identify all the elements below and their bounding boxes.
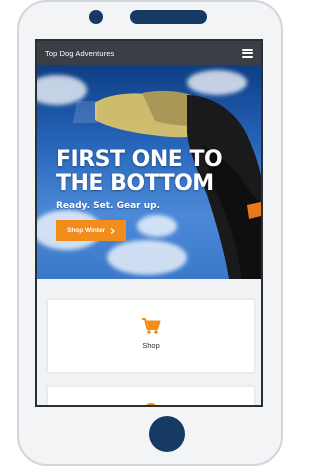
chevron-right-icon [110, 227, 116, 234]
front-camera [89, 10, 103, 24]
mockup-stage: Top Dog Adventures FIRST ONE TO THE BOTT… [0, 0, 283, 466]
next-card[interactable] [47, 386, 255, 405]
shop-winter-label: Shop Winter [67, 227, 106, 234]
phone-screen: Top Dog Adventures FIRST ONE TO THE BOTT… [35, 39, 263, 407]
earpiece-speaker [130, 10, 207, 24]
site-title[interactable]: Top Dog Adventures [45, 49, 114, 58]
shop-card[interactable]: Shop [47, 299, 255, 373]
headline-line-2: THE BOTTOM [56, 171, 214, 196]
hamburger-menu-icon[interactable] [242, 48, 253, 58]
partial-orange-icon [146, 403, 156, 405]
menu-bar [242, 48, 253, 51]
hero-text-block: FIRST ONE TO THE BOTTOM Ready. Set. Gear… [56, 148, 261, 241]
site-header: Top Dog Adventures [37, 41, 261, 65]
headline-line-1: FIRST ONE TO [56, 147, 223, 172]
shopping-cart-icon [140, 315, 162, 337]
hero-banner: FIRST ONE TO THE BOTTOM Ready. Set. Gear… [37, 65, 261, 279]
hero-subtitle: Ready. Set. Gear up. [56, 201, 160, 211]
home-button[interactable] [149, 416, 185, 452]
shop-winter-button[interactable]: Shop Winter [56, 220, 127, 241]
shop-card-label: Shop [142, 341, 160, 350]
menu-bar [242, 55, 253, 58]
menu-bar [242, 52, 253, 54]
hero-headline: FIRST ONE TO THE BOTTOM [56, 148, 261, 196]
